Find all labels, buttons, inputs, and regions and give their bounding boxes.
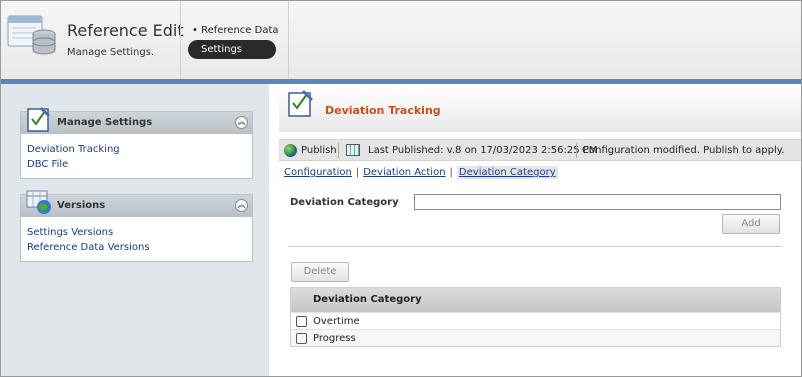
toolbar-divider xyxy=(338,143,339,158)
table-row[interactable]: Overtime xyxy=(291,312,780,329)
last-published-text: Last Published: v.8 on 17/03/2023 2:56:2… xyxy=(368,145,598,156)
table-cell: Progress xyxy=(313,333,356,344)
panel-title: Versions xyxy=(57,200,106,211)
manage-settings-panel: Manage Settings ︽ Deviation Tracking DBC… xyxy=(20,107,253,179)
deviation-category-input[interactable] xyxy=(414,194,781,210)
app-title: Reference Edit xyxy=(67,21,184,40)
sidebar-link-dbc-file[interactable]: DBC File xyxy=(27,157,246,172)
divider xyxy=(288,246,782,247)
subtab-bar: Configuration | Deviation Action | Deviation… xyxy=(284,166,558,179)
toolbar-divider xyxy=(576,143,577,158)
globe-icon[interactable] xyxy=(284,144,297,157)
double-chevron-up-icon[interactable]: ︽ xyxy=(235,199,248,212)
table-row[interactable]: Progress xyxy=(291,329,780,346)
publish-toolbar: Publish Last Published: v.8 on 17/03/202… xyxy=(279,139,801,161)
app-header: Reference Edit Manage Settings. • Refere… xyxy=(1,1,801,79)
nav-settings[interactable]: Settings xyxy=(188,40,276,59)
double-chevron-up-icon[interactable]: ︽ xyxy=(235,116,248,129)
table-header[interactable]: Deviation Category xyxy=(291,288,780,312)
header-divider xyxy=(180,1,181,79)
sidebar-link-reference-data-versions[interactable]: Reference Data Versions xyxy=(27,240,246,255)
row-checkbox[interactable] xyxy=(296,333,307,344)
add-button[interactable]: Add xyxy=(722,214,780,234)
calendar-icon xyxy=(346,144,360,156)
table-cell: Overtime xyxy=(313,316,360,327)
panel-title: Manage Settings xyxy=(57,117,153,128)
manage-settings-panel-header[interactable]: Manage Settings ︽ xyxy=(21,107,252,134)
versions-panel-header[interactable]: Versions ︽ xyxy=(21,190,252,217)
delete-button[interactable]: Delete xyxy=(291,262,349,282)
column-header: Deviation Category xyxy=(313,294,422,305)
tab-deviation-category[interactable]: Deviation Category xyxy=(456,166,558,179)
reference-edit-app-icon xyxy=(7,15,56,55)
deviation-category-table: Deviation Category Overtime Progress xyxy=(290,287,781,347)
nav-reference-data[interactable]: • Reference Data xyxy=(192,25,279,36)
row-checkbox[interactable] xyxy=(296,316,307,327)
main-header: Deviation Tracking xyxy=(279,87,801,132)
tab-configuration[interactable]: Configuration xyxy=(284,167,352,178)
status-text: Configuration modified. Publish to apply… xyxy=(582,145,785,156)
deviation-category-label: Deviation Category xyxy=(290,197,399,208)
tab-deviation-action[interactable]: Deviation Action xyxy=(363,167,445,178)
page-title: Deviation Tracking xyxy=(325,104,441,117)
versions-globe-icon xyxy=(26,190,51,214)
checklist-icon xyxy=(27,107,50,132)
sidebar: Manage Settings ︽ Deviation Tracking DBC… xyxy=(1,84,269,376)
app-subtitle: Manage Settings. xyxy=(67,47,155,58)
checklist-icon xyxy=(288,90,313,117)
sidebar-link-settings-versions[interactable]: Settings Versions xyxy=(27,225,246,240)
versions-panel: Versions ︽ Settings Versions Reference D… xyxy=(20,190,253,262)
header-divider xyxy=(288,1,289,79)
sidebar-link-deviation-tracking[interactable]: Deviation Tracking xyxy=(27,142,246,157)
publish-button[interactable]: Publish xyxy=(301,145,337,156)
